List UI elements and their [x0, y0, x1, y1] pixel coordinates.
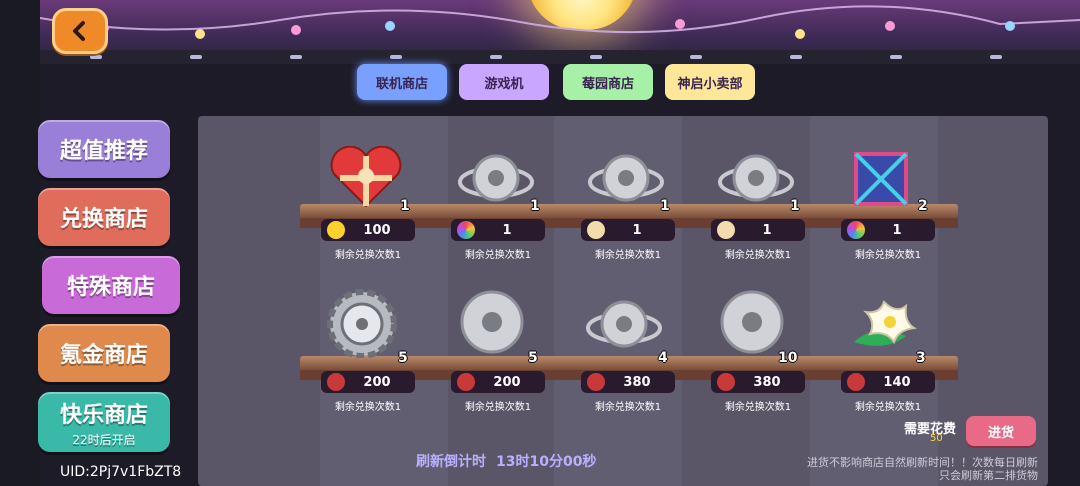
silver-gear-planet-icon — [586, 300, 662, 348]
cost-value: 50 — [930, 433, 943, 444]
restock-button[interactable]: 进货 — [966, 416, 1036, 446]
item-count: 1 — [530, 198, 540, 214]
price-value: 1 — [632, 222, 642, 238]
shelf1-item-3[interactable] — [586, 146, 696, 216]
tab-game-machine[interactable]: 游戏机 — [459, 64, 549, 100]
silver-gear-planet-icon — [460, 290, 524, 354]
sidebar-item-special[interactable]: 特殊商店 — [42, 256, 180, 314]
price-tag[interactable]: 380 — [581, 371, 675, 393]
tab-divine-store[interactable]: 神启小卖部 — [665, 64, 755, 100]
silver-gear-planet-icon — [458, 154, 534, 202]
item-count: 2 — [918, 198, 928, 214]
price-value: 200 — [493, 374, 521, 390]
item-count: 10 — [778, 350, 798, 366]
sidebar-sublabel: 22时后开启 — [72, 432, 136, 447]
left-strip — [0, 0, 40, 486]
mystery-cube-icon — [854, 152, 908, 206]
remaining-count: 剩余兑换次数1 — [334, 402, 402, 413]
remaining-count: 剩余兑换次数1 — [464, 402, 532, 413]
shelf2-item-3[interactable] — [584, 294, 694, 364]
shelf1-item-1[interactable] — [326, 145, 436, 216]
sidebar-label: 超值推荐 — [59, 139, 148, 164]
remaining-count: 剩余兑换次数1 — [854, 250, 922, 261]
star-coin-icon — [327, 221, 345, 239]
price-tag[interactable]: 140 — [841, 371, 935, 393]
shelf2-item-2[interactable] — [454, 288, 564, 358]
shelf2-item-5[interactable] — [846, 292, 956, 362]
user-id: UID:2Pj7v1FbZT8 — [60, 464, 182, 480]
silver-gear-planet-icon — [718, 154, 794, 202]
price-tag[interactable]: 100 — [321, 219, 415, 241]
silver-gear-planet-icon — [588, 154, 664, 202]
shelf2-item-1[interactable] — [324, 288, 434, 359]
item-count: 5 — [528, 350, 538, 366]
flower-token-icon — [327, 373, 345, 391]
tab-berry-shop[interactable]: 莓园商店 — [563, 64, 653, 100]
sidebar-label: 氪金商店 — [59, 343, 148, 368]
price-value: 380 — [623, 374, 651, 390]
price-tag[interactable]: 1 — [581, 219, 675, 241]
note-line: 只会刷新第二排货物 — [939, 469, 1038, 482]
remaining-count: 剩余兑换次数1 — [724, 402, 792, 413]
item-count: 3 — [916, 350, 926, 366]
remaining-count: 剩余兑换次数1 — [724, 250, 792, 261]
white-flower-icon — [854, 300, 917, 346]
price-value: 380 — [753, 374, 781, 390]
item-count: 1 — [790, 198, 800, 214]
remaining-count: 剩余兑换次数1 — [594, 402, 662, 413]
price-value: 1 — [762, 222, 772, 238]
sidebar-item-recommend[interactable]: 超值推荐 — [38, 120, 170, 178]
tab-online-shop[interactable]: 联机商店 — [357, 64, 447, 100]
shelf1-item-4[interactable] — [716, 146, 826, 216]
price-tag[interactable]: 200 — [451, 371, 545, 393]
silver-gear-icon — [327, 289, 397, 359]
back-button[interactable] — [52, 8, 108, 54]
countdown-label: 刷新倒计时 — [416, 454, 486, 470]
countdown-value: 13时10分00秒 — [496, 454, 597, 470]
remaining-count: 剩余兑换次数1 — [854, 402, 922, 413]
flower-token-icon — [847, 373, 865, 391]
cupcake-icon — [587, 221, 605, 239]
price-tag[interactable]: 1 — [711, 219, 805, 241]
restock-note: 进货不影响商店自然刷新时间！！次数每日刷新 只会刷新第二排货物 — [776, 456, 1038, 482]
remaining-count: 剩余兑换次数1 — [334, 250, 402, 261]
price-value: 140 — [883, 374, 911, 390]
flower-token-icon — [587, 373, 605, 391]
sidebar-item-exchange[interactable]: 兑换商店 — [38, 188, 170, 246]
silver-gear-icon — [720, 290, 784, 354]
price-value: 1 — [502, 222, 512, 238]
sidebar-label: 特殊商店 — [66, 275, 155, 300]
sidebar-item-happy[interactable]: 快乐商店 22时后开启 — [38, 392, 170, 452]
item-count: 1 — [400, 198, 410, 214]
sidebar-item-premium[interactable]: 氪金商店 — [38, 324, 170, 382]
refresh-countdown: 刷新倒计时 13时10分00秒 — [416, 451, 606, 471]
rainbow-gem-icon — [457, 221, 475, 239]
price-tag[interactable]: 1 — [451, 219, 545, 241]
sidebar-label: 兑换商店 — [59, 207, 148, 232]
note-line: 进货不影响商店自然刷新时间！！次数每日刷新 — [807, 456, 1038, 469]
price-value: 1 — [892, 222, 902, 238]
chevron-left-icon — [73, 21, 85, 41]
price-tag[interactable]: 1 — [841, 219, 935, 241]
cupcake-icon — [717, 221, 735, 239]
price-tag[interactable]: 200 — [321, 371, 415, 393]
string-lights — [40, 5, 1080, 39]
item-count: 4 — [658, 350, 668, 366]
flower-token-icon — [457, 373, 475, 391]
shelf1-item-2[interactable] — [456, 146, 566, 216]
remaining-count: 剩余兑换次数1 — [464, 250, 532, 261]
sidebar-label: 快乐商店 — [59, 402, 148, 428]
shop-tabs: 联机商店 游戏机 莓园商店 神启小卖部 — [355, 62, 755, 104]
flower-token-icon — [717, 373, 735, 391]
item-count: 5 — [398, 350, 408, 366]
rainbow-gem-icon — [847, 221, 865, 239]
remaining-count: 剩余兑换次数1 — [594, 250, 662, 261]
heart-gift-box-icon — [330, 145, 402, 208]
price-tag[interactable]: 380 — [711, 371, 805, 393]
item-count: 1 — [660, 198, 670, 214]
price-value: 100 — [363, 222, 391, 238]
shelf2-item-4[interactable] — [714, 288, 824, 358]
price-value: 200 — [363, 374, 391, 390]
shelf1-item-5[interactable] — [846, 144, 956, 214]
